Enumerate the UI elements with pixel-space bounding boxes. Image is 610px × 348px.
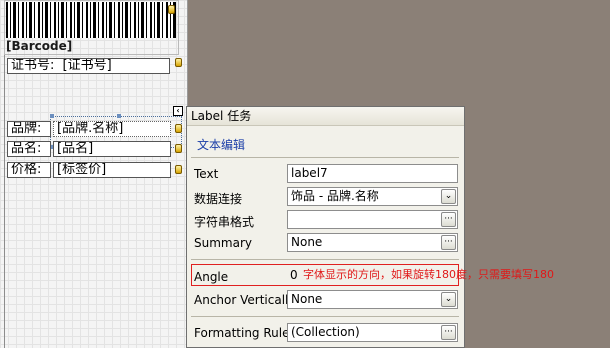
- name-label[interactable]: 品名:: [7, 141, 51, 157]
- smart-tag-button[interactable]: ‹: [173, 106, 183, 116]
- chevron-down-icon[interactable]: ⌄: [441, 292, 456, 307]
- cert-value: [证书号]: [62, 58, 112, 73]
- summary-field[interactable]: None ···: [287, 233, 458, 252]
- brand-label[interactable]: 品牌:: [7, 121, 51, 137]
- format-string-label: 字符串格式: [194, 215, 255, 229]
- selection-handle[interactable]: [50, 114, 54, 118]
- anchor-vertically-label: Anchor Vertically: [194, 293, 296, 307]
- name-smart-tag-icon[interactable]: [175, 144, 182, 153]
- divider: [191, 316, 459, 317]
- formatting-rules-value: (Collection): [291, 325, 360, 339]
- price-label[interactable]: 价格:: [7, 162, 51, 178]
- cert-label: 证书号:: [11, 58, 55, 73]
- text-label: Text: [194, 167, 219, 181]
- brand-value[interactable]: [品牌.名称]: [53, 121, 171, 137]
- anchor-vertically-value: None: [291, 292, 323, 306]
- price-smart-tag-icon[interactable]: [175, 165, 182, 174]
- data-binding-select[interactable]: 饰品 - 品牌.名称 ⌄: [287, 187, 458, 206]
- format-string-field[interactable]: ···: [287, 210, 458, 229]
- report-design-surface[interactable]: [Barcode] 证书号: [证书号] ‹ 品牌: [品牌.名称] 品名: […: [0, 0, 188, 348]
- annotation-text: 字体显示的方向，如果旋转180度，只需要填写180: [303, 268, 554, 281]
- formatting-rules-label: Formatting Rules: [194, 326, 296, 340]
- summary-label: Summary: [194, 236, 252, 250]
- cert-row[interactable]: 证书号: [证书号]: [7, 58, 170, 74]
- chevron-down-icon[interactable]: ⌄: [441, 189, 456, 204]
- barcode-bars: [6, 2, 176, 38]
- text-field[interactable]: label7: [287, 164, 458, 183]
- cert-smart-tag-icon[interactable]: [175, 58, 182, 67]
- data-binding-value: 饰品 - 品牌.名称: [291, 189, 379, 203]
- summary-value: None: [291, 235, 323, 249]
- name-value[interactable]: [品名]: [53, 141, 171, 157]
- text-edit-link[interactable]: 文本编辑: [197, 136, 245, 153]
- selection-handle[interactable]: [117, 114, 121, 118]
- barcode-smart-tag-icon[interactable]: [168, 5, 175, 14]
- ellipsis-icon[interactable]: ···: [441, 235, 456, 250]
- divider: [191, 157, 459, 158]
- divider: [191, 259, 459, 260]
- brand-smart-tag-icon[interactable]: [175, 124, 182, 133]
- anchor-vertically-select[interactable]: None ⌄: [287, 290, 458, 309]
- ellipsis-icon[interactable]: ···: [441, 212, 456, 227]
- label-tasks-panel: Label 任务 文本编辑 Text label7 数据连接 饰品 - 品牌.名…: [186, 106, 465, 348]
- barcode-label: [Barcode]: [6, 39, 73, 53]
- price-value[interactable]: [标签价]: [53, 162, 171, 178]
- ellipsis-icon[interactable]: ···: [441, 325, 456, 340]
- panel-title: Label 任务: [187, 107, 464, 126]
- formatting-rules-field[interactable]: (Collection) ···: [287, 323, 458, 342]
- data-binding-label: 数据连接: [194, 192, 243, 206]
